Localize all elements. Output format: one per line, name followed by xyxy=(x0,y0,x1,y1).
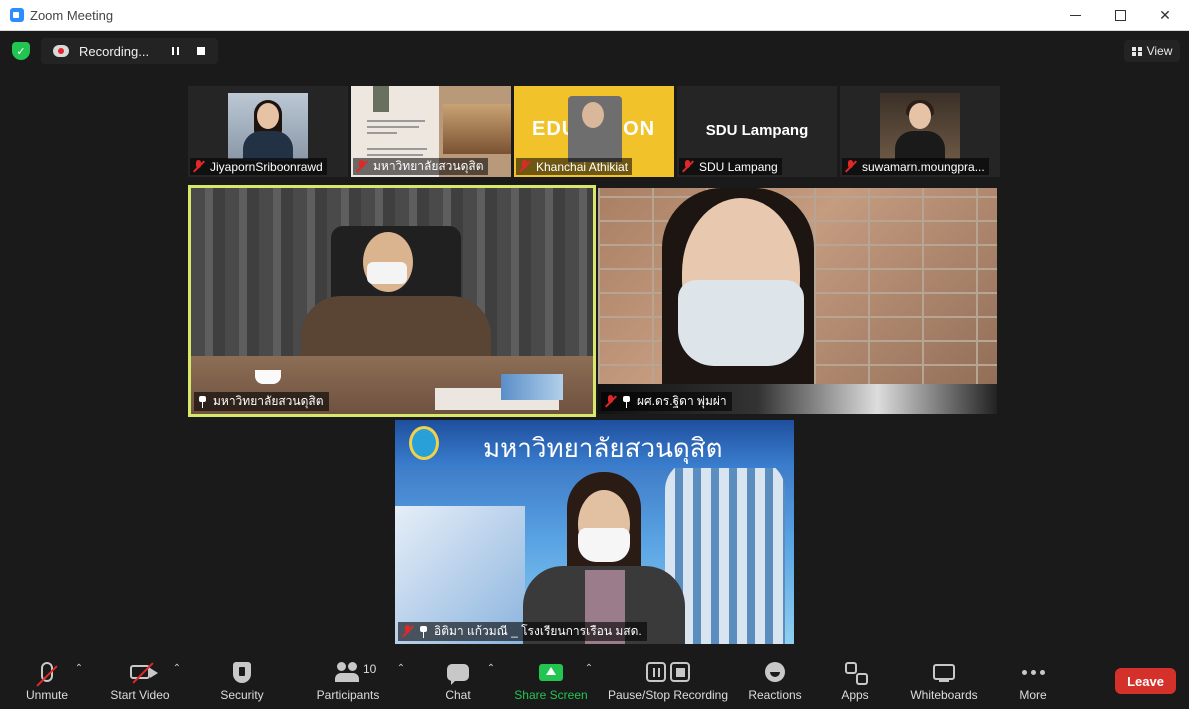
reactions-button[interactable]: Reactions xyxy=(744,650,806,709)
participant-thumbnail[interactable]: suwamarn.moungpra... xyxy=(840,86,1000,177)
meeting-controls-toolbar: Unmute ⌃ Start Video ⌃ Security Particip… xyxy=(0,650,1189,709)
participant-name: มหาวิทยาลัยสวนดุสิต xyxy=(373,159,484,173)
participants-options-caret[interactable]: ⌃ xyxy=(396,664,406,674)
view-button[interactable]: View xyxy=(1124,40,1180,62)
more-button[interactable]: More xyxy=(1012,650,1054,709)
maximize-button[interactable] xyxy=(1097,0,1143,31)
pause-stop-recording-button[interactable]: Pause/Stop Recording xyxy=(606,650,730,709)
mic-muted-icon xyxy=(193,160,205,173)
more-icon xyxy=(1021,659,1045,685)
university-logo xyxy=(409,426,439,460)
share-options-caret[interactable]: ⌃ xyxy=(584,664,594,674)
view-label: View xyxy=(1146,44,1173,58)
participant-name-card: SDU Lampang xyxy=(705,122,809,139)
participants-button[interactable]: Participants xyxy=(310,650,386,709)
recording-label: Recording... xyxy=(79,43,150,59)
chat-options-caret[interactable]: ⌃ xyxy=(486,664,496,674)
participant-video-tile[interactable]: มหาวิทยาลัยสวนดุสิต อิติมา แก้วมณี _ โรง… xyxy=(395,420,794,644)
stop-icon xyxy=(197,47,205,55)
chat-icon xyxy=(447,663,469,685)
participants-icon xyxy=(335,662,361,682)
participant-name: JiyapornSriboonrawd xyxy=(210,159,323,174)
maximize-icon xyxy=(1114,10,1126,21)
window-title: Zoom Meeting xyxy=(30,7,114,23)
minimize-button[interactable] xyxy=(1052,0,1098,31)
pause-icon xyxy=(646,662,666,682)
close-button[interactable]: ✕ xyxy=(1142,0,1188,31)
active-speaker-video[interactable]: มหาวิทยาลัยสวนดุสิต xyxy=(188,185,596,417)
participant-video-tile[interactable]: ผศ.ดร.ฐิดา พุ่มผ่า xyxy=(598,188,997,414)
participant-name: อิติมา แก้วมณี _ โรงเรียนการเรือน มสด. xyxy=(434,624,642,638)
whiteboards-button[interactable]: Whiteboards xyxy=(904,650,984,709)
stop-icon xyxy=(670,662,690,682)
cloud-recording-icon xyxy=(53,45,69,57)
minimize-icon xyxy=(1069,15,1081,16)
mic-muted-icon xyxy=(605,395,617,408)
share-screen-button[interactable]: Share Screen xyxy=(512,650,590,709)
camera-icon xyxy=(130,662,158,684)
participants-count: 10 xyxy=(363,662,377,676)
reactions-icon xyxy=(765,662,785,682)
spotlight-pin-icon xyxy=(198,395,207,408)
virtual-background-banner: มหาวิทยาลัยสวนดุสิต xyxy=(483,434,723,464)
participant-thumbnail[interactable]: EDU ON Khanchai Athikiat xyxy=(514,86,674,177)
audio-options-caret[interactable]: ⌃ xyxy=(74,664,84,674)
recording-indicator: Recording... xyxy=(41,38,218,64)
zoom-app-icon xyxy=(10,8,24,22)
chat-button[interactable]: Chat xyxy=(436,650,480,709)
leave-button[interactable]: Leave xyxy=(1115,668,1176,694)
spotlight-pin-icon xyxy=(622,395,631,408)
whiteboard-icon xyxy=(933,664,955,682)
spotlight-pin-icon xyxy=(419,625,428,638)
unmute-button[interactable]: Unmute xyxy=(18,650,76,709)
participant-video xyxy=(228,93,308,161)
video-options-caret[interactable]: ⌃ xyxy=(172,664,182,674)
mic-muted-icon xyxy=(845,160,857,173)
participant-thumbnail[interactable]: มหาวิทยาลัยสวนดุสิต xyxy=(351,86,511,177)
participant-name: suwamarn.moungpra... xyxy=(862,159,985,174)
pause-icon xyxy=(171,47,179,55)
close-icon: ✕ xyxy=(1159,7,1171,23)
participant-video xyxy=(880,93,960,161)
stop-recording-button[interactable] xyxy=(191,41,211,61)
start-video-button[interactable]: Start Video xyxy=(104,650,176,709)
mic-muted-icon xyxy=(356,160,368,173)
participant-name: Khanchai Athikiat xyxy=(536,159,629,174)
participant-name: ผศ.ดร.ฐิดา พุ่มผ่า xyxy=(637,394,727,408)
participant-name: SDU Lampang xyxy=(699,159,778,174)
share-screen-icon xyxy=(539,663,563,681)
participant-thumbnail[interactable]: SDU Lampang SDU Lampang xyxy=(677,86,837,177)
grid-view-icon xyxy=(1131,46,1142,56)
apps-button[interactable]: Apps xyxy=(834,650,876,709)
pause-recording-button[interactable] xyxy=(165,41,185,61)
apps-icon xyxy=(845,662,865,682)
participant-thumbnail[interactable]: JiyapornSriboonrawd xyxy=(188,86,348,177)
microphone-icon xyxy=(36,662,58,687)
mic-muted-icon xyxy=(682,160,694,173)
security-button[interactable]: Security xyxy=(212,650,272,709)
mic-muted-icon xyxy=(519,160,531,173)
shield-icon xyxy=(233,661,251,683)
window-title-bar: Zoom Meeting xyxy=(0,0,1189,31)
encryption-shield-icon[interactable]: ✓ xyxy=(12,42,30,60)
mic-muted-icon xyxy=(402,625,414,638)
participant-name: มหาวิทยาลัยสวนดุสิต xyxy=(213,394,324,408)
